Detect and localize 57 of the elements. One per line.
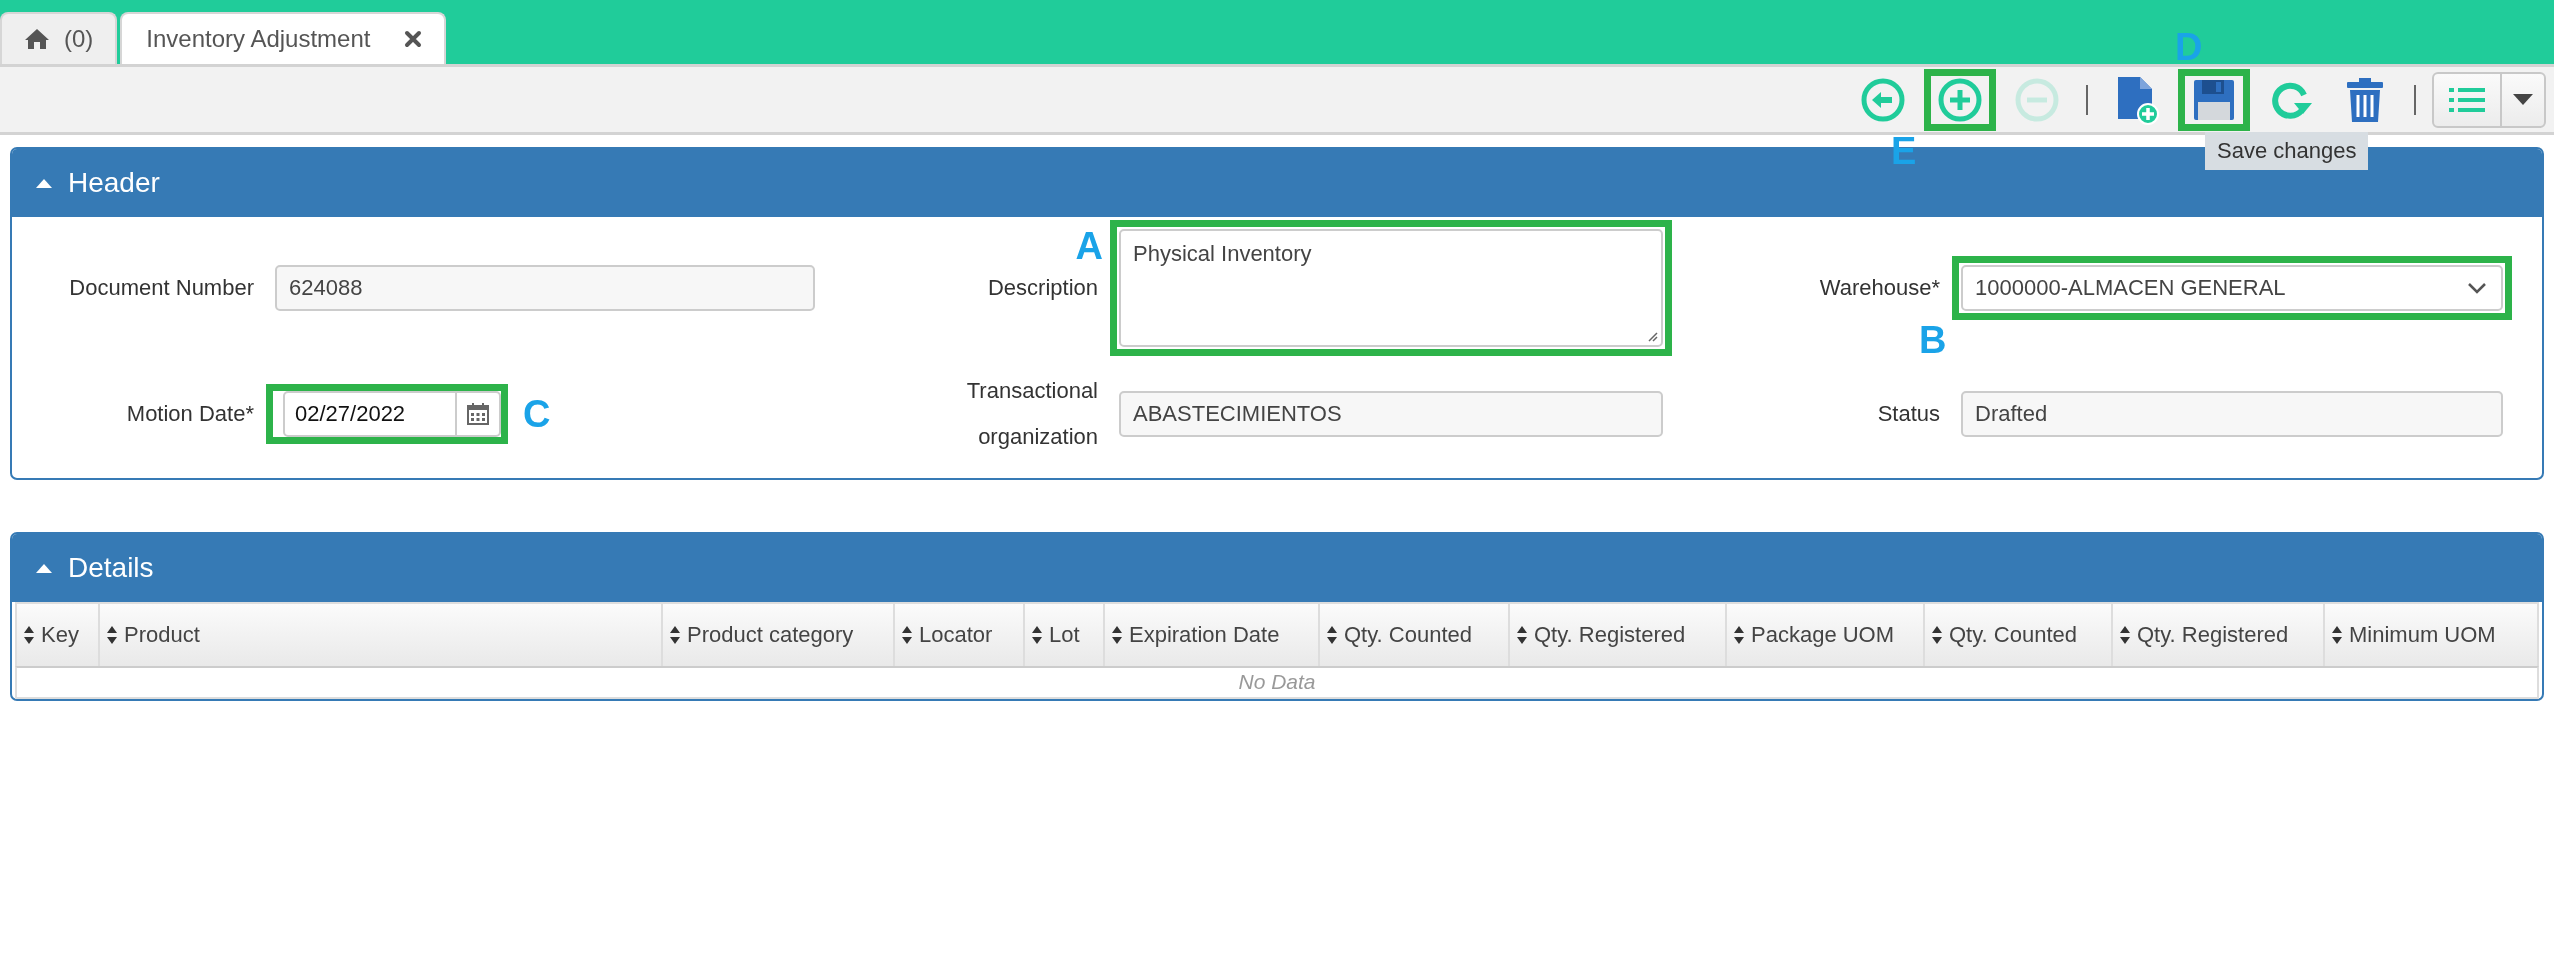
field-label: Document Number — [69, 274, 254, 302]
column-header[interactable]: Qty. Counted — [1320, 604, 1510, 666]
field-label: Status — [1877, 400, 1940, 428]
empty-message: No Data — [15, 666, 2539, 699]
close-icon[interactable] — [404, 30, 423, 48]
column-header[interactable]: Minimum UOM — [2325, 604, 2537, 666]
column-header[interactable]: Qty. Counted — [1925, 604, 2113, 666]
field-label: Motion Date* — [126, 400, 254, 428]
sort-icon — [23, 625, 35, 645]
column-header[interactable]: Lot — [1025, 604, 1105, 666]
sort-icon — [1733, 625, 1745, 645]
annotation-letter: B — [1919, 321, 1947, 359]
plus-icon — [1937, 76, 1983, 123]
list-icon — [2449, 86, 2485, 113]
text-field[interactable]: Drafted — [1961, 391, 2503, 437]
column-header[interactable]: Key — [17, 604, 100, 666]
panel-title: Details — [68, 552, 154, 584]
sort-icon — [901, 625, 913, 645]
panel-title: Header — [68, 167, 160, 199]
sort-icon — [1931, 625, 1943, 645]
trash-icon — [2345, 76, 2385, 123]
sort-icon — [1111, 625, 1123, 645]
tab[interactable]: (0) — [0, 12, 118, 64]
column-header[interactable]: Qty. Registered — [1510, 604, 1727, 666]
column-header[interactable]: Qty. Registered — [2113, 604, 2325, 666]
minus-icon — [2014, 76, 2060, 123]
text-field[interactable]: 624088 — [275, 265, 815, 311]
column-header[interactable]: Package UOM — [1727, 604, 1925, 666]
tooltip: Save changes — [2205, 131, 2369, 170]
column-header[interactable]: Product category — [663, 604, 895, 666]
field-label: Warehouse* — [1819, 274, 1940, 302]
text-field[interactable]: ABASTECIMIENTOS — [1119, 391, 1663, 437]
field-label: Description — [987, 274, 1098, 302]
sort-icon — [1326, 625, 1338, 645]
resize-grip-icon[interactable] — [1646, 330, 1658, 342]
column-header[interactable]: Locator — [895, 604, 1025, 666]
sort-icon — [1031, 625, 1043, 645]
sort-icon — [669, 625, 681, 645]
sort-icon — [2331, 625, 2343, 645]
tab[interactable]: Inventory Adjustment — [120, 12, 447, 64]
text-area[interactable]: Physical Inventory — [1119, 229, 1663, 347]
annotation-letter: A — [1075, 227, 1103, 265]
sort-icon — [2119, 625, 2131, 645]
date-field[interactable]: 02/27/2022 — [283, 391, 501, 437]
field-label: Transactional organization — [965, 377, 1098, 451]
chevron-icon — [2467, 282, 2487, 294]
annotation-letter: D — [2175, 27, 2203, 66]
calendar-icon — [466, 402, 490, 426]
panel-header[interactable]: Details — [12, 534, 2542, 602]
annotation-letter: C — [523, 395, 551, 433]
column-header[interactable]: Product — [100, 604, 663, 666]
sort-icon — [106, 625, 118, 645]
sort-icon — [1516, 625, 1528, 645]
home-icon — [24, 28, 50, 50]
column-header[interactable]: Expiration Date — [1105, 604, 1320, 666]
warehouse-dropdown[interactable]: 1000000-ALMACEN GENERAL — [1961, 265, 2503, 311]
caret-icon — [2513, 93, 2533, 106]
